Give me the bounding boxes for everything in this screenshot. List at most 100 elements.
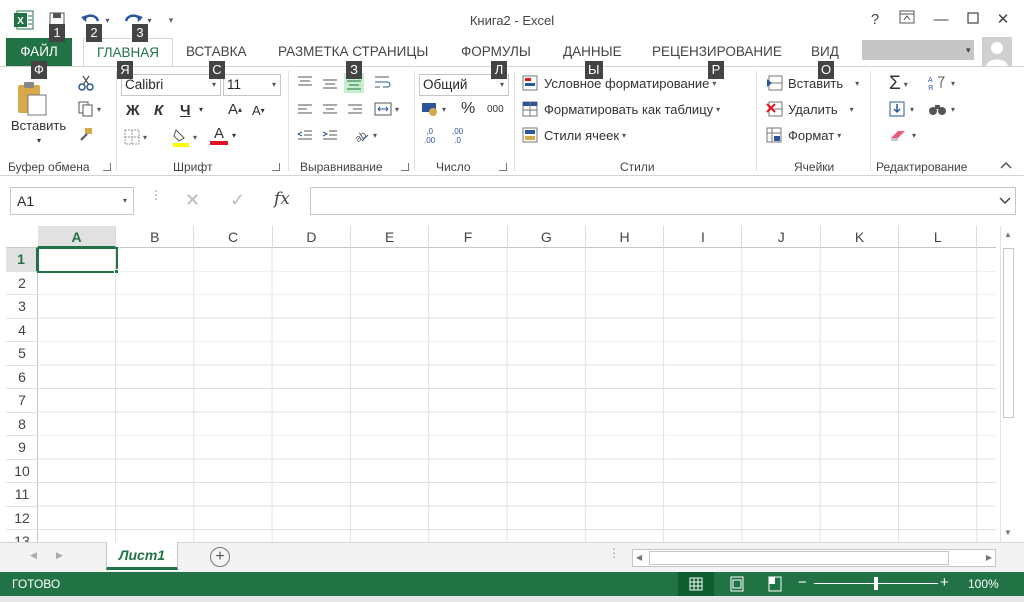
percent-button[interactable]: %: [461, 100, 475, 118]
font-color-button[interactable]: A: [210, 126, 228, 145]
underline-dropdown-icon[interactable]: ▾: [199, 105, 203, 114]
row-header[interactable]: 12: [6, 507, 38, 530]
zoom-in-button[interactable]: +: [940, 574, 949, 591]
cancel-entry-button[interactable]: ✕: [185, 190, 200, 211]
cell-area[interactable]: [38, 248, 996, 542]
fill-button[interactable]: ▾: [889, 101, 914, 117]
align-center-button[interactable]: [322, 103, 338, 117]
cut-button[interactable]: [78, 75, 94, 91]
column-header[interactable]: D: [273, 226, 351, 248]
find-select-button[interactable]: ▾: [928, 101, 955, 117]
borders-button[interactable]: ▾: [124, 129, 147, 145]
align-middle-button[interactable]: [322, 77, 338, 91]
zoom-level[interactable]: 100%: [968, 577, 999, 591]
paste-dropdown-icon[interactable]: ▾: [37, 136, 41, 145]
vertical-scrollbar[interactable]: ▲ ▼: [1000, 226, 1016, 542]
grow-font-button[interactable]: A ▴: [228, 101, 242, 118]
delete-cells-button[interactable]: Удалить ▾: [766, 101, 854, 117]
column-header[interactable]: J: [743, 226, 821, 248]
align-top-button[interactable]: [297, 75, 313, 89]
next-sheet-icon[interactable]: ▶: [56, 550, 63, 561]
insert-cells-button[interactable]: Вставить ▾: [766, 75, 859, 91]
column-header[interactable]: I: [664, 226, 743, 248]
decrease-indent-button[interactable]: [297, 129, 313, 143]
name-box-dropdown-icon[interactable]: ▾: [123, 188, 127, 214]
maximize-button[interactable]: [962, 9, 984, 31]
zoom-slider-thumb[interactable]: [874, 577, 878, 590]
close-button[interactable]: ✕: [992, 9, 1014, 31]
row-header[interactable]: 10: [6, 460, 38, 483]
copy-button[interactable]: ▾: [78, 101, 101, 117]
format-cells-button[interactable]: Формат ▾: [766, 127, 841, 143]
normal-view-button[interactable]: [678, 572, 714, 596]
wrap-text-button[interactable]: [374, 74, 392, 90]
increase-decimal-button[interactable]: ,0.00: [424, 127, 435, 145]
sheet-tab-active[interactable]: Лист1: [106, 542, 178, 570]
row-header[interactable]: 8: [6, 413, 38, 436]
scroll-down-icon[interactable]: ▼: [1004, 528, 1012, 537]
decrease-decimal-button[interactable]: ,00.0: [452, 127, 463, 145]
confirm-entry-button[interactable]: ✓: [230, 190, 245, 211]
ribbon-display-button[interactable]: [896, 9, 918, 31]
font-color-dropdown-icon[interactable]: ▾: [232, 131, 236, 140]
row-header[interactable]: 13: [6, 530, 38, 542]
autosum-button[interactable]: Σ ▾: [889, 73, 908, 95]
merge-center-button[interactable]: ▾: [374, 101, 399, 117]
zoom-out-button[interactable]: −: [798, 574, 807, 591]
column-header[interactable]: C: [195, 226, 273, 248]
vertical-scroll-thumb[interactable]: [1003, 248, 1014, 418]
scroll-left-icon[interactable]: ◀: [636, 553, 642, 562]
increase-indent-button[interactable]: [322, 129, 338, 143]
new-sheet-button[interactable]: +: [210, 547, 230, 567]
fill-color-button[interactable]: ▾: [172, 127, 197, 147]
italic-button[interactable]: К: [154, 102, 163, 119]
shrink-font-button[interactable]: A ▾: [252, 103, 265, 118]
insert-function-button[interactable]: fx: [274, 189, 290, 209]
page-layout-view-button[interactable]: [722, 572, 752, 596]
column-header[interactable]: K: [821, 226, 899, 248]
format-painter-button[interactable]: [78, 127, 94, 143]
font-launcher-icon[interactable]: [272, 163, 280, 171]
account-name[interactable]: [862, 40, 974, 60]
format-as-table-button[interactable]: Форматировать как таблицу ▾: [522, 101, 720, 117]
horizontal-scroll-thumb[interactable]: [649, 551, 949, 565]
row-header[interactable]: 11: [6, 483, 38, 507]
formula-input[interactable]: [310, 187, 1016, 215]
column-header[interactable]: H: [586, 226, 665, 248]
prev-sheet-icon[interactable]: ◀: [30, 550, 37, 561]
orientation-button[interactable]: ab ▾: [352, 127, 377, 143]
row-header[interactable]: 1: [6, 248, 38, 272]
account-caret-icon[interactable]: ▾: [966, 40, 971, 60]
column-header[interactable]: B: [116, 226, 195, 248]
avatar[interactable]: [982, 37, 1012, 67]
row-header[interactable]: 9: [6, 436, 38, 460]
horizontal-scrollbar[interactable]: ◀ ▶: [632, 549, 996, 567]
paste-button[interactable]: [14, 81, 50, 117]
align-right-button[interactable]: [347, 103, 363, 117]
scroll-right-icon[interactable]: ▶: [986, 553, 992, 562]
column-header[interactable]: G: [508, 226, 586, 248]
row-header[interactable]: 4: [6, 319, 38, 342]
clipboard-launcher-icon[interactable]: [103, 163, 111, 171]
column-header[interactable]: E: [351, 226, 430, 248]
paste-label[interactable]: Вставить: [11, 118, 66, 133]
scroll-up-icon[interactable]: ▲: [1004, 230, 1012, 239]
expand-formula-bar-icon[interactable]: [999, 194, 1011, 208]
alignment-launcher-icon[interactable]: [401, 163, 409, 171]
column-header[interactable]: A: [38, 226, 116, 248]
row-header[interactable]: 6: [6, 366, 38, 389]
font-size-select[interactable]: 11 ▾: [223, 74, 281, 96]
underline-button[interactable]: Ч: [180, 102, 191, 119]
page-break-view-button[interactable]: [760, 572, 790, 596]
active-cell[interactable]: [37, 247, 118, 273]
font-name-select[interactable]: Calibri ▾: [121, 74, 221, 96]
fill-handle[interactable]: [114, 269, 119, 274]
name-box[interactable]: A1 ▾: [10, 187, 134, 215]
tab-split-grip-icon[interactable]: ⋮: [608, 547, 620, 559]
sort-filter-button[interactable]: AЯ ▾: [928, 75, 955, 91]
minimize-button[interactable]: —: [930, 9, 952, 31]
align-left-button[interactable]: [297, 103, 313, 117]
thousands-button[interactable]: 000: [487, 104, 504, 115]
number-launcher-icon[interactable]: [499, 163, 507, 171]
accounting-format-button[interactable]: ▾: [421, 101, 446, 117]
